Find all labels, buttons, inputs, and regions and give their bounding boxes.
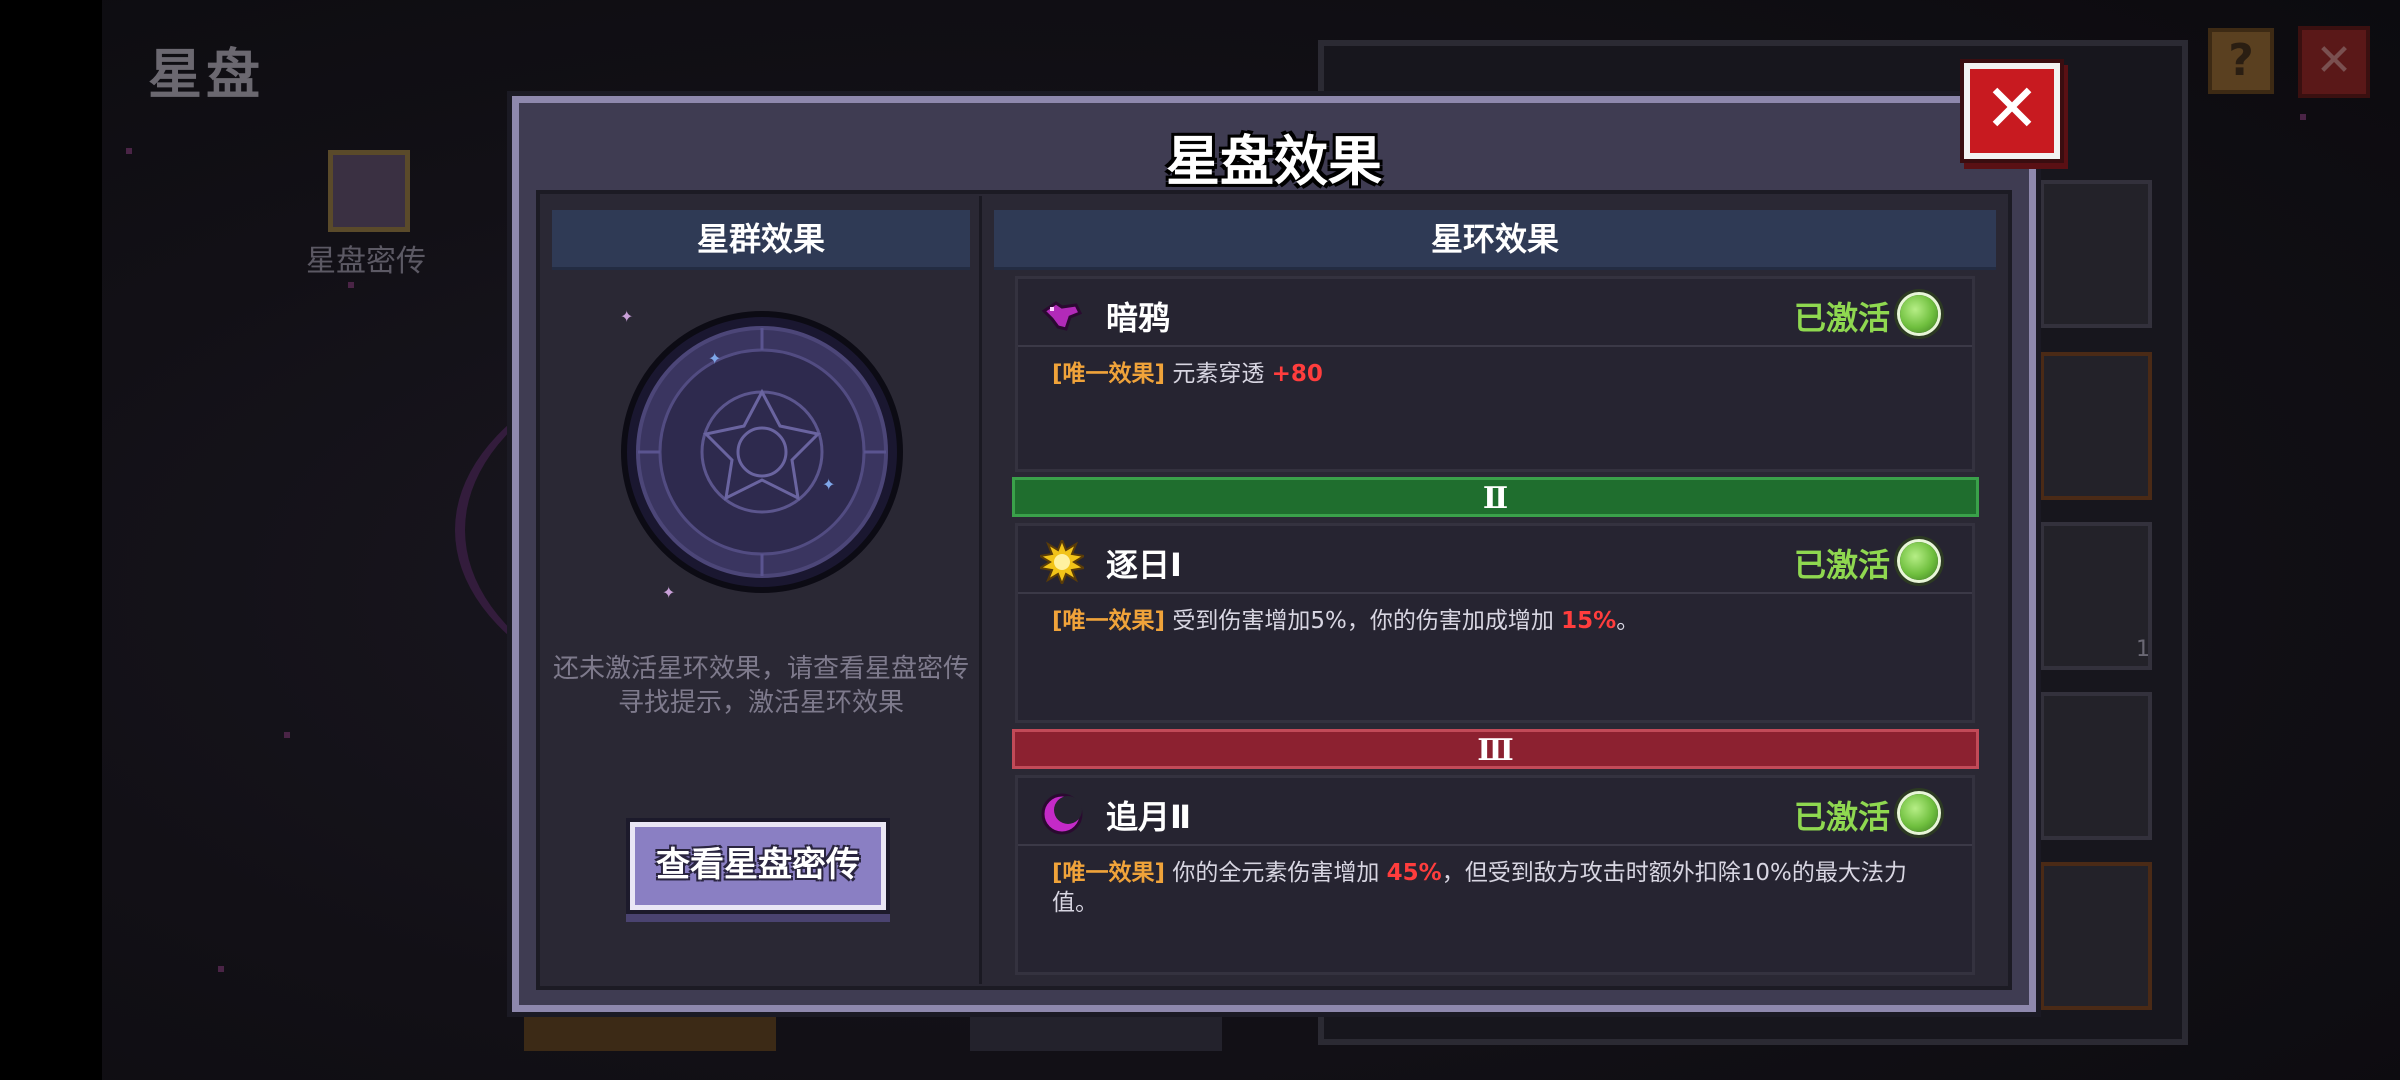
view-star-chart-secrets-button[interactable]: 查看星盘密传 [630, 822, 886, 910]
effect-card-raven: 暗鸦 已激活 [唯一效果] 元素穿透 +80 [1015, 276, 1975, 472]
star-chart-book-label: 星盘密传 [306, 244, 426, 279]
effect-value: 15% [1561, 608, 1617, 634]
no-effect-hint: 还未激活星环效果，请查看星盘密传寻找提示，激活星环效果 [552, 654, 969, 718]
raven-icon [1040, 293, 1084, 337]
effect-status: 已激活 [1793, 299, 1890, 337]
effect-description: [唯一效果] 受到伤害增加5%，你的伤害加成增加 15%。 [1052, 606, 1952, 636]
star-chart-book-icon[interactable] [328, 150, 410, 232]
effect-text: 受到伤害增加5%，你的伤害加成增加 [1172, 608, 1562, 634]
effect-header: 逐日Ⅰ 已激活 [1018, 526, 1972, 594]
star-disc-icon: ✦ ✦ ✦ ✦ [620, 307, 903, 602]
effect-value: 45% [1386, 860, 1442, 886]
star-dot [2300, 114, 2306, 120]
star-dot [348, 282, 354, 288]
svg-text:✦: ✦ [822, 475, 835, 494]
tier-divider-3: Ⅲ [1012, 729, 1979, 769]
effect-header: 暗鸦 已激活 [1018, 279, 1972, 347]
star-dot [126, 148, 132, 154]
dialog-close-button[interactable]: ✕ [1964, 63, 2060, 159]
sun-icon [1037, 537, 1087, 587]
unique-effect-tag: [唯一效果] [1052, 361, 1166, 387]
active-indicator-icon [1900, 794, 1938, 832]
active-indicator-icon [1900, 295, 1938, 333]
effect-status: 已激活 [1793, 546, 1890, 584]
effect-card-chase-sun: 逐日Ⅰ 已激活 [唯一效果] 受到伤害增加5%，你的伤害加成增加 15%。 [1015, 523, 1975, 723]
unique-effect-tag: [唯一效果] [1052, 860, 1166, 886]
page-title: 星盘 [148, 43, 264, 106]
inventory-slot[interactable] [2040, 862, 2152, 1010]
effect-name: 逐日Ⅰ [1106, 546, 1182, 584]
effect-text-suffix: 。 [1616, 608, 1640, 634]
effect-card-chase-moon: 追月Ⅱ 已激活 [唯一效果] 你的全元素伤害增加 45%，但受到敌方攻击时额外扣… [1015, 775, 1975, 975]
effect-description: [唯一效果] 你的全元素伤害增加 45%，但受到敌方攻击时额外扣除10%的最大法… [1052, 858, 1952, 918]
star-dot [284, 732, 290, 738]
slot-count: 1 [2136, 637, 2150, 662]
effect-header: 追月Ⅱ 已激活 [1018, 778, 1972, 846]
unique-effect-tag: [唯一效果] [1052, 608, 1166, 634]
effect-description: [唯一效果] 元素穿透 +80 [1052, 359, 1952, 389]
inventory-slot[interactable] [2040, 180, 2152, 328]
effect-name: 追月Ⅱ [1106, 798, 1192, 836]
background-close-button[interactable]: ✕ [2298, 26, 2370, 98]
svg-text:✦: ✦ [620, 307, 633, 326]
dialog-title: 星盘效果 [1166, 130, 1382, 193]
star-disc-image: ✦ ✦ ✦ ✦ [612, 302, 912, 602]
tier-divider-2: Ⅱ [1012, 477, 1979, 517]
inventory-slot[interactable]: 1 [2040, 522, 2152, 670]
effect-text: 元素穿透 [1172, 361, 1272, 387]
inventory-slot[interactable] [2040, 692, 2152, 840]
effect-value: +80 [1271, 361, 1323, 387]
constellation-effects-header: 星群效果 [552, 210, 970, 270]
effect-text: 你的全元素伤害增加 [1172, 860, 1387, 886]
effect-status: 已激活 [1793, 798, 1890, 836]
star-dot [218, 966, 224, 972]
svg-text:✦: ✦ [662, 583, 675, 602]
effect-name: 暗鸦 [1106, 299, 1171, 337]
column-divider [979, 196, 982, 984]
svg-text:✦: ✦ [708, 349, 721, 368]
inventory-slot[interactable] [2040, 352, 2152, 500]
active-indicator-icon [1900, 542, 1938, 580]
moon-icon [1040, 792, 1084, 836]
help-button[interactable]: ? [2208, 28, 2274, 94]
star-ring-effects-header: 星环效果 [994, 210, 1996, 270]
